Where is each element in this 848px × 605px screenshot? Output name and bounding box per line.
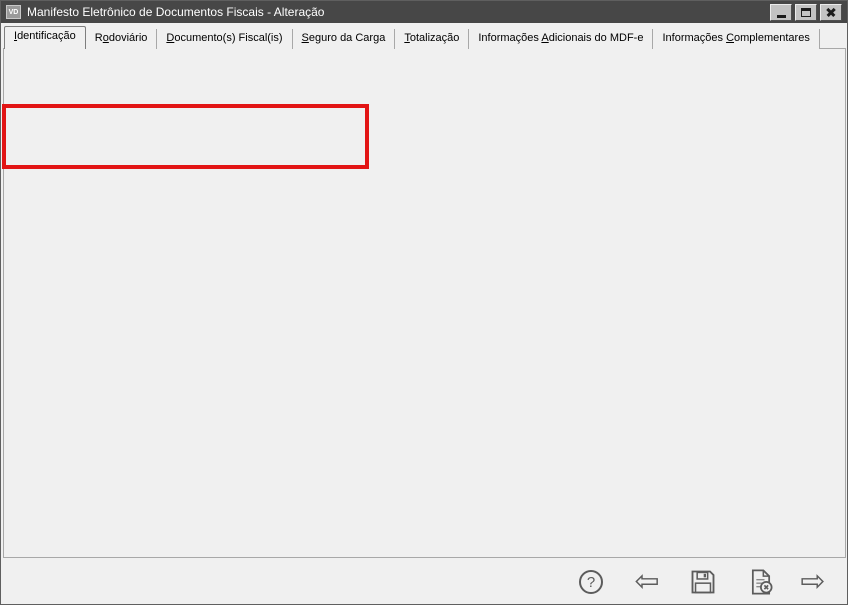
close-button[interactable] bbox=[820, 4, 842, 21]
save-icon bbox=[689, 568, 717, 596]
next-record-button[interactable]: ⇨ bbox=[795, 564, 831, 600]
tab-page-identificacao bbox=[3, 48, 846, 558]
window-title: Manifesto Eletrônico de Documentos Fisca… bbox=[27, 5, 324, 19]
minimize-button[interactable] bbox=[770, 4, 792, 21]
titlebar: VD Manifesto Eletrônico de Documentos Fi… bbox=[1, 1, 847, 23]
minimize-icon bbox=[777, 15, 786, 18]
maximize-button[interactable] bbox=[795, 4, 817, 21]
tab-seguro-da-carga[interactable]: Seguro da Carga bbox=[293, 29, 396, 49]
tab-bar: Identificação Rodoviário Documento(s) Fi… bbox=[4, 26, 820, 49]
tab-informacoes-complementares[interactable]: Informações Complementares bbox=[653, 29, 819, 49]
tab-informacoes-adicionais[interactable]: Informações Adicionais do MDF-e bbox=[469, 29, 653, 49]
footer-toolbar: ? ⇦ ⇨ bbox=[3, 558, 846, 604]
mdf-e-alteracao-window: VD Manifesto Eletrônico de Documentos Fi… bbox=[0, 0, 848, 605]
tab-rodoviario[interactable]: Rodoviário bbox=[86, 29, 158, 49]
tab-identificacao[interactable]: Identificação bbox=[4, 26, 86, 49]
delete-record-button[interactable] bbox=[743, 564, 779, 600]
delete-document-icon bbox=[747, 568, 775, 596]
help-icon: ? bbox=[579, 570, 603, 594]
help-button[interactable]: ? bbox=[573, 564, 609, 600]
back-arrow-icon: ⇦ bbox=[634, 567, 659, 597]
close-icon bbox=[825, 6, 837, 18]
forward-arrow-icon: ⇨ bbox=[800, 567, 825, 597]
tab-documentos-fiscais[interactable]: Documento(s) Fiscal(is) bbox=[157, 29, 292, 49]
save-button[interactable] bbox=[685, 564, 721, 600]
previous-record-button[interactable]: ⇦ bbox=[629, 564, 665, 600]
maximize-icon bbox=[801, 8, 811, 17]
app-icon: VD bbox=[6, 5, 21, 19]
tab-totalizacao[interactable]: Totalização bbox=[395, 29, 469, 49]
